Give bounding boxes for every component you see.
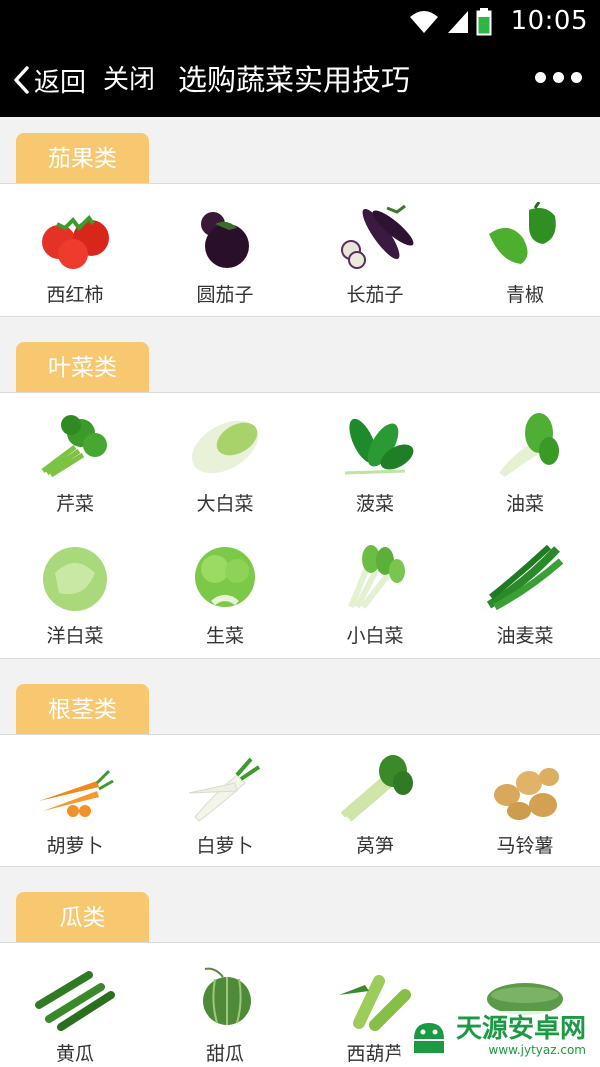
signal-icon <box>448 11 468 33</box>
status-time: 10:05 <box>510 6 588 36</box>
close-button[interactable]: 关闭 <box>103 60 155 100</box>
long-eggplant-icon <box>341 204 414 269</box>
white-radish-icon <box>188 757 261 822</box>
cabbage-icon <box>43 547 107 611</box>
watermark-text-block: 天源安卓网 www.jytyaz.com <box>456 1015 586 1057</box>
vegetable-label: 青椒 <box>505 284 544 306</box>
vegetable-item[interactable]: 马铃薯 <box>450 735 600 865</box>
android-logo-icon <box>413 1023 444 1053</box>
cucumber-icon <box>35 971 115 1031</box>
vegetable-label: 马铃薯 <box>496 835 554 857</box>
battery-icon <box>476 8 492 36</box>
vegetable-label: 菠菜 <box>355 493 394 515</box>
more-dot-icon <box>535 72 546 83</box>
bok-choy-icon <box>499 413 559 477</box>
vegetable-item[interactable]: 西红柿 <box>0 184 150 314</box>
chevron-left-icon <box>14 66 29 94</box>
section-tab: 茄果类 <box>16 133 149 183</box>
napa-cabbage-icon <box>191 420 259 474</box>
vegetable-item[interactable]: 菠菜 <box>300 393 450 523</box>
vegetable-item[interactable]: 圆茄子 <box>150 184 300 314</box>
vegetable-item[interactable]: 胡萝卜 <box>0 735 150 865</box>
vegetable-item[interactable]: 甜瓜 <box>150 943 300 1067</box>
page-title: 选购蔬菜实用技巧 <box>178 63 411 97</box>
celtuce-icon <box>340 755 413 822</box>
vegetable-item[interactable]: 莴笋 <box>300 735 450 865</box>
section-body: 芹菜 大白菜 菠菜 油菜 洋白菜 生菜 小白菜 油麦菜 <box>0 392 600 659</box>
vegetable-item[interactable]: 黄瓜 <box>0 943 150 1067</box>
vegetable-label: 甜瓜 <box>205 1043 244 1065</box>
vegetable-label: 生菜 <box>205 625 244 647</box>
back-button[interactable]: 返回 <box>12 60 86 100</box>
vegetable-item[interactable]: 大白菜 <box>150 393 300 523</box>
round-eggplant-icon <box>201 212 249 268</box>
carrot-icon <box>39 769 114 817</box>
vegetable-item[interactable]: 洋白菜 <box>0 525 150 655</box>
vegetable-item[interactable]: 芹菜 <box>0 393 150 523</box>
vegetable-label: 洋白菜 <box>46 625 104 647</box>
status-bar: 10:05 <box>0 0 600 44</box>
section-tab: 叶菜类 <box>16 342 149 392</box>
vegetable-item[interactable]: 油菜 <box>450 393 600 523</box>
section-body: 西红柿 圆茄子 长茄子 青椒 <box>0 183 600 317</box>
back-label: 返回 <box>34 67 87 98</box>
vegetable-label: 黄瓜 <box>55 1043 94 1065</box>
celery-icon <box>41 415 107 478</box>
nav-bar: 返回 关闭 选购蔬菜实用技巧 <box>0 44 600 117</box>
vegetable-label: 长茄子 <box>346 284 404 306</box>
vegetable-label: 胡萝卜 <box>46 835 104 857</box>
vegetable-label: 大白菜 <box>196 493 254 515</box>
lettuce-icon <box>195 547 255 607</box>
content: 茄果类 西红柿 圆茄子 长茄子 青椒 叶菜类 芹菜 大白菜 菠菜 油菜 洋白菜 … <box>0 117 600 1067</box>
vegetable-item[interactable]: 长茄子 <box>300 184 450 314</box>
vegetable-item[interactable]: 生菜 <box>150 525 300 655</box>
potato-icon <box>494 768 559 820</box>
vegetable-label: 油麦菜 <box>496 625 554 647</box>
more-dot-icon <box>571 72 582 83</box>
watermark-url: www.jytyaz.com <box>488 1043 587 1057</box>
watermark-text: 天源安卓网 <box>455 1014 586 1044</box>
vegetable-item[interactable]: 白萝卜 <box>150 735 300 865</box>
indian-lettuce-icon <box>486 544 564 611</box>
section-body: 胡萝卜 白萝卜 莴笋 马铃薯 <box>0 734 600 867</box>
vegetable-label: 西红柿 <box>46 284 104 306</box>
tomato-icon <box>42 214 109 269</box>
vegetable-label: 小白菜 <box>346 625 404 647</box>
vegetable-item[interactable]: 青椒 <box>450 184 600 314</box>
green-pepper-icon <box>489 202 556 264</box>
watermark: 天源安卓网 www.jytyaz.com <box>399 1011 594 1061</box>
spinach-icon <box>344 418 414 475</box>
baby-bok-choy-icon <box>348 545 405 609</box>
vegetable-label: 油菜 <box>505 493 544 515</box>
more-dot-icon <box>553 72 564 83</box>
wifi-icon <box>410 11 438 33</box>
melon-icon <box>203 967 251 1025</box>
vegetable-label: 白萝卜 <box>196 835 254 857</box>
more-options-button[interactable] <box>535 72 582 83</box>
vegetable-label: 芹菜 <box>55 493 94 515</box>
vegetable-label: 莴笋 <box>355 835 394 857</box>
vegetable-item[interactable]: 油麦菜 <box>450 525 600 655</box>
section-tab: 瓜类 <box>16 892 149 942</box>
vegetable-label: 圆茄子 <box>196 284 254 306</box>
vegetable-item[interactable]: 小白菜 <box>300 525 450 655</box>
section-tab: 根茎类 <box>16 684 149 734</box>
status-icons <box>408 6 492 38</box>
